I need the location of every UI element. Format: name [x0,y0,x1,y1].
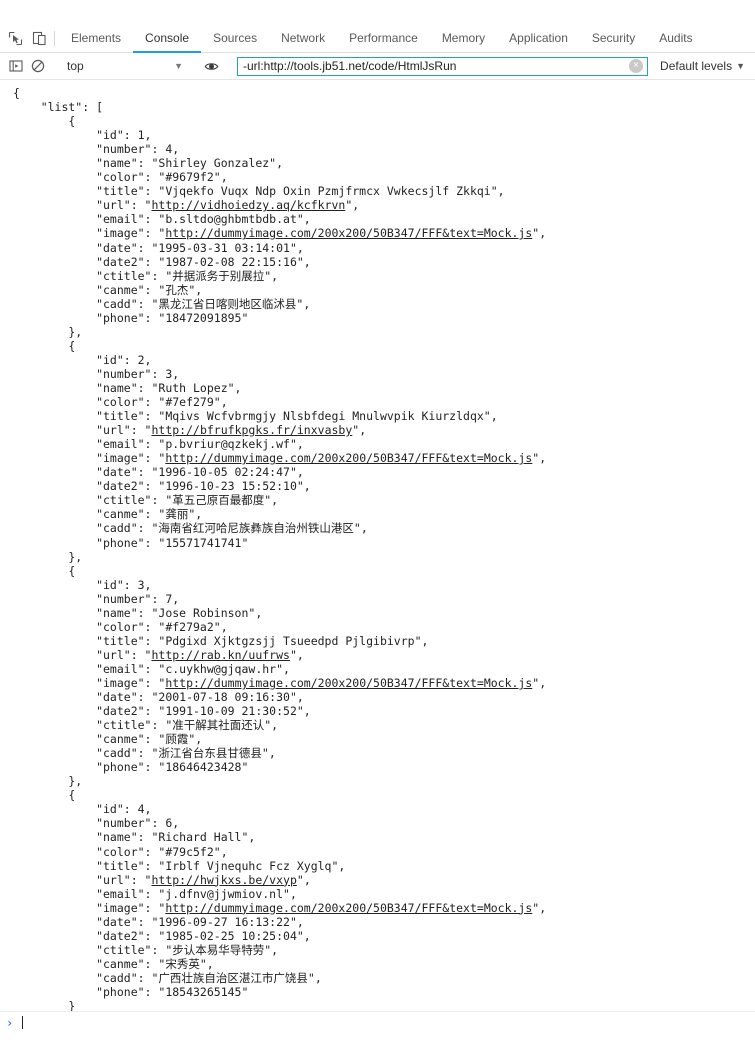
tab-console-label: Console [145,31,190,45]
window-top-strip [0,0,755,25]
tab-security[interactable]: Security [580,25,647,53]
tab-network[interactable]: Network [269,25,337,53]
console-sidebar-icon[interactable] [6,56,26,76]
console-filter-field[interactable]: × [237,56,649,76]
live-expression-icon[interactable] [200,55,222,77]
console-prompt-row[interactable]: › [0,1011,755,1033]
tab-sources-label: Sources [213,31,258,45]
inspect-element-icon[interactable] [6,30,24,48]
devtools-tabbar: Elements Console Sources Network Perform… [0,25,755,53]
console-link[interactable]: http://dummyimage.com/200x200/50B347/FFF… [165,676,532,690]
tab-console[interactable]: Console [133,25,202,53]
devtools-tool-icons [0,25,52,52]
chevron-down-icon: ▼ [736,61,745,71]
tab-performance-label: Performance [349,31,418,45]
javascript-context-selector[interactable]: top ▼ [59,59,189,73]
log-levels-label: Default levels [660,59,733,73]
tab-security-label: Security [591,31,636,45]
device-toolbar-icon[interactable] [30,30,48,48]
tab-application[interactable]: Application [497,25,580,53]
tab-network-label: Network [281,31,326,45]
tab-memory[interactable]: Memory [430,25,497,53]
console-link[interactable]: http://dummyimage.com/200x200/50B347/FFF… [165,226,532,240]
console-toolbar: top ▼ × Default levels ▼ [0,53,755,80]
tab-sources[interactable]: Sources [201,25,269,53]
tab-audits[interactable]: Audits [647,25,704,53]
console-link[interactable]: http://bfrufkpgks.fr/inxvasby [151,423,352,437]
tab-memory-label: Memory [441,31,486,45]
tab-performance[interactable]: Performance [337,25,430,53]
tab-application-label: Application [509,31,568,45]
tab-elements[interactable]: Elements [59,25,133,53]
clear-filter-icon[interactable]: × [629,59,644,73]
prompt-text-caret [22,1016,24,1029]
context-selector-value: top [67,59,84,73]
console-link[interactable]: http://dummyimage.com/200x200/50B347/FFF… [165,901,532,915]
console-output-area[interactable]: { "list": [ { "id": 1, "number": 4, "nam… [0,80,755,1011]
console-link[interactable]: http://hwjkxs.be/vxyp [151,873,296,887]
chevron-down-icon: ▼ [174,61,183,71]
tab-audits-label: Audits [659,31,693,45]
console-link[interactable]: http://vidhoiedzy.aq/kcfkrvn [151,198,345,212]
logged-json-object: { "list": [ { "id": 1, "number": 4, "nam… [13,86,547,1011]
console-filter-input[interactable] [238,57,630,75]
toolbar-divider [54,31,55,46]
console-link[interactable]: http://rab.kn/uufrws [151,648,289,662]
clear-console-icon[interactable] [28,56,48,76]
tab-elements-label: Elements [71,31,122,45]
log-levels-dropdown[interactable]: Default levels ▼ [656,59,751,73]
console-link[interactable]: http://dummyimage.com/200x200/50B347/FFF… [165,451,532,465]
prompt-arrow-icon: › [6,1015,14,1030]
devtools-tab-list: Elements Console Sources Network Perform… [59,25,705,53]
